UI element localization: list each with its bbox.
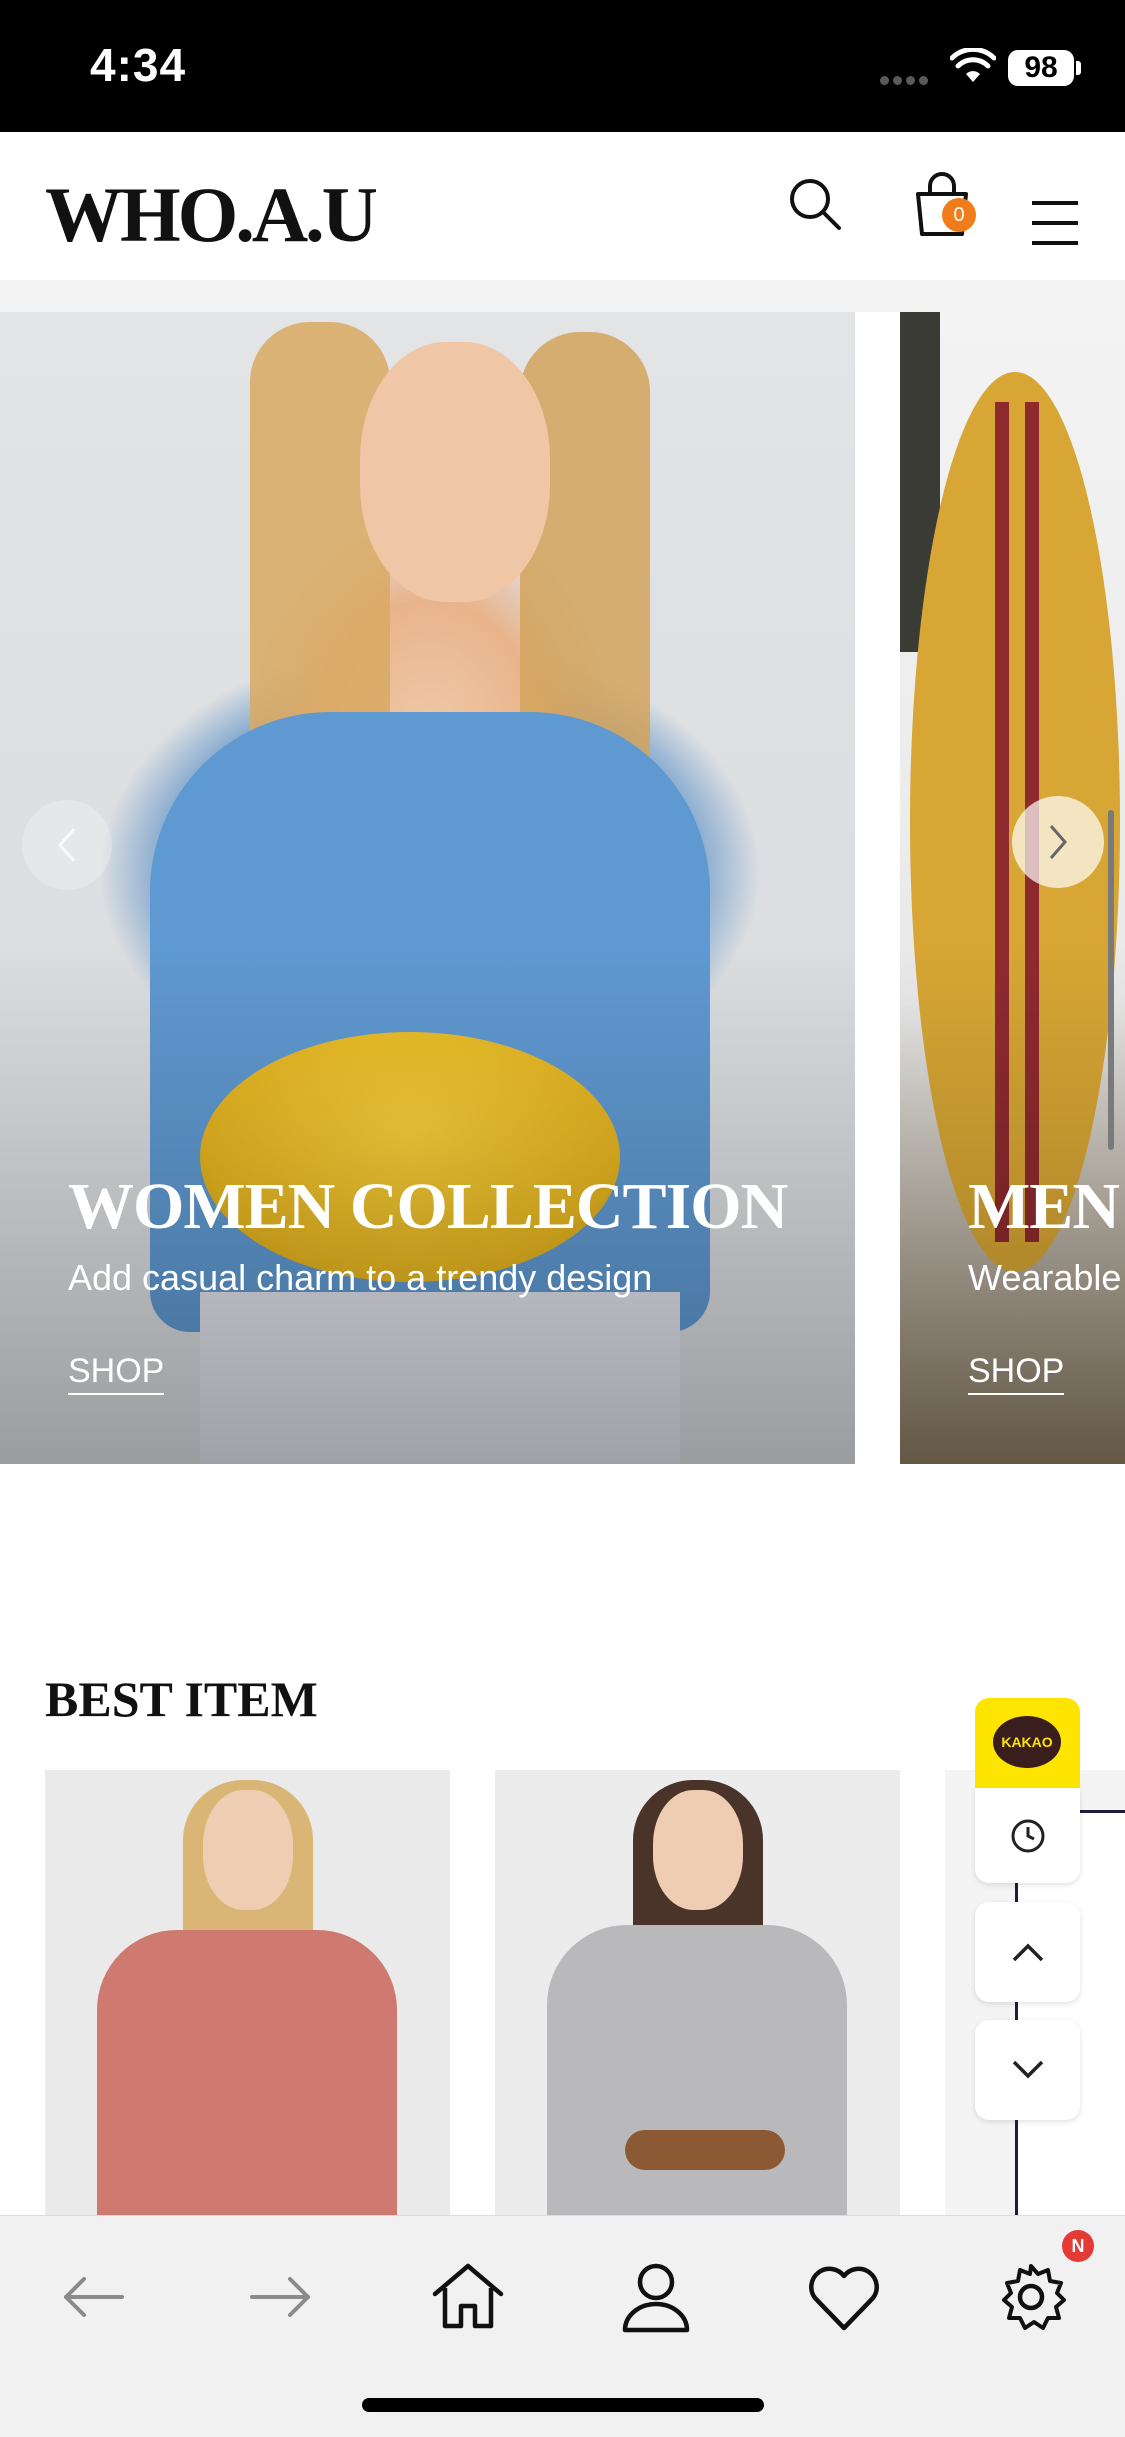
- wishlist-button[interactable]: [799, 2252, 889, 2342]
- hero-subtitle: Add casual charm to a trendy design: [68, 1257, 653, 1298]
- cart-count-badge: 0: [942, 198, 976, 232]
- kakao-icon: KAKAO: [993, 1716, 1061, 1768]
- carousel-prev-button[interactable]: [22, 800, 112, 890]
- wifi-icon: [950, 48, 996, 82]
- hero-slide-men[interactable]: MEN Wearable SHOP: [900, 312, 1125, 1464]
- user-icon: [622, 2263, 690, 2333]
- home-indicator[interactable]: [362, 2398, 764, 2412]
- gear-icon: [1002, 2264, 1066, 2330]
- arrow-right-icon: [250, 2277, 310, 2317]
- hero-top-strip: [0, 280, 1125, 312]
- kakao-chat-button[interactable]: KAKAO: [975, 1698, 1080, 1788]
- hero-subtitle: Wearable: [968, 1257, 1122, 1298]
- chevron-right-icon: [1049, 825, 1067, 859]
- belt-image: [625, 2130, 785, 2170]
- forward-button[interactable]: [236, 2252, 326, 2342]
- model-face: [203, 1790, 293, 1910]
- chevron-left-icon: [58, 828, 76, 862]
- chevron-up-icon: [1012, 1943, 1043, 1962]
- hero-title: MEN: [968, 1170, 1120, 1243]
- back-button[interactable]: [48, 2252, 138, 2342]
- heart-icon: [809, 2266, 879, 2331]
- hero-title: WOMEN COLLECTION: [68, 1170, 788, 1243]
- model-face: [653, 1790, 743, 1910]
- hero-shop-link[interactable]: SHOP: [968, 1352, 1065, 1395]
- chevron-down-icon: [1012, 2060, 1043, 2079]
- scroll-top-button[interactable]: [975, 1902, 1080, 2002]
- clock-icon: [1011, 1819, 1044, 1852]
- battery-level: 98: [1008, 50, 1074, 86]
- gray-tshirt-image: [547, 1925, 847, 2215]
- status-bar: 4:34 98: [0, 0, 1125, 132]
- best-item-heading: BEST ITEM: [45, 1671, 318, 1727]
- battery-tip: [1076, 61, 1081, 75]
- carousel-next-button[interactable]: [1012, 796, 1104, 888]
- settings-button[interactable]: [986, 2252, 1076, 2342]
- pink-tshirt-image: [97, 1930, 397, 2215]
- hamburger-menu-icon[interactable]: [1030, 198, 1080, 248]
- settings-notification-badge: N: [1062, 2230, 1094, 2262]
- home-button[interactable]: [423, 2252, 513, 2342]
- cellular-signal-icon: [880, 72, 936, 85]
- home-icon: [432, 2263, 504, 2329]
- hero-shop-link[interactable]: SHOP: [68, 1352, 165, 1395]
- hero-slide-women[interactable]: WOMEN COLLECTION Add casual charm to a t…: [0, 312, 855, 1464]
- brand-logo[interactable]: WHO.A.U: [45, 176, 378, 254]
- search-icon[interactable]: [785, 174, 845, 234]
- product-card[interactable]: [45, 1770, 450, 2215]
- scroll-bottom-button[interactable]: [975, 2020, 1080, 2120]
- product-card[interactable]: [495, 1770, 900, 2215]
- status-time: 4:34: [90, 39, 187, 91]
- scroll-indicator[interactable]: [1108, 810, 1114, 1150]
- recent-view-button[interactable]: [975, 1788, 1080, 1883]
- account-button[interactable]: [611, 2252, 701, 2342]
- arrow-left-icon: [64, 2277, 124, 2317]
